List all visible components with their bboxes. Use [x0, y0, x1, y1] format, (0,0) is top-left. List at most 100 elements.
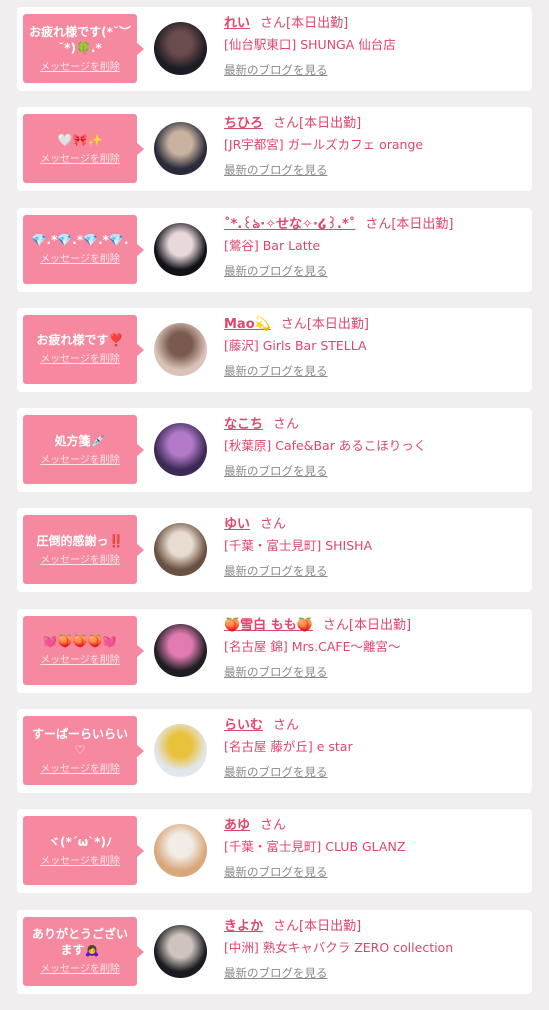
store-name: [仙台駅東口] SHUNGA 仙台店: [224, 37, 396, 52]
delete-message-link[interactable]: メッセージを削除: [40, 455, 120, 467]
message-bubble: すーぱーらいらい♡ メッセージを削除: [23, 716, 144, 786]
avatar[interactable]: [154, 322, 207, 376]
list-item: 処方箋💉 メッセージを削除 なこち さん [秋葉原] Cafe&Bar あるこほり…: [17, 408, 532, 493]
avatar[interactable]: [154, 724, 207, 778]
latest-blog-link[interactable]: 最新のブログを見る: [224, 163, 328, 177]
message-bubble: 処方箋💉 メッセージを削除: [23, 415, 144, 485]
list-item: すーぱーらいらい♡ メッセージを削除 らいむ さん [名古屋 藤が丘] e sta…: [17, 709, 532, 794]
cast-name-link[interactable]: ちひろ: [224, 116, 263, 131]
message-bubble: 💓🍑🍑🍑💓 メッセージを削除: [23, 615, 144, 685]
status-badge: [本日出勤]: [299, 918, 362, 934]
status-badge: [本日出勤]: [348, 617, 412, 633]
store-name: [千葉・富士見町] CLUB GLANZ: [224, 839, 406, 855]
latest-blog-link[interactable]: 最新のブログを見る: [224, 966, 328, 980]
status-badge: [本日出勤]: [286, 16, 349, 31]
cast-info: れい さん[本日出勤] [仙台駅東口] SHUNGA 仙台店 最新のブログを見る: [224, 15, 524, 78]
cast-info: ちひろ さん[本日出勤] [JR宇都宮] ガールズカフェ orange 最新のブロ…: [224, 115, 524, 178]
san-suffix: さん: [273, 718, 300, 734]
list-item: 🤍🎀✨ メッセージを削除 ちひろ さん[本日出勤] [JR宇都宮] ガールズカフェ…: [17, 107, 532, 192]
cast-name-link[interactable]: ゆい: [224, 517, 250, 532]
message-bubble: 💎.*💎.*💎.*💎. メッセージを削除: [23, 214, 144, 284]
message-text: 圧倒的感謝っ‼️: [36, 533, 124, 548]
delete-message-link[interactable]: メッセージを削除: [40, 154, 120, 166]
cast-name-link[interactable]: ˚*.꒰ঌ·✧せな✧·໒꒱.*˚: [224, 217, 355, 232]
store-name: [JR宇都宮] ガールズカフェ orange: [224, 137, 424, 153]
avatar[interactable]: [154, 523, 207, 577]
cast-info: らいむ さん [名古屋 藤が丘] e star 最新のブログを見る: [224, 717, 524, 780]
cast-info: Mao💫 さん[本日出勤] [藤沢] Girls Bar STELLA 最新のブロ…: [224, 316, 524, 379]
message-text: ヾ(*´ω`*)ﾉ: [48, 834, 112, 849]
cast-info: ˚*.꒰ঌ·✧せな✧·໒꒱.*˚ さん[本日出勤] [鶯谷] Bar Latte …: [224, 216, 524, 279]
avatar[interactable]: [154, 222, 207, 276]
san-suffix: さん: [273, 116, 300, 132]
cast-info: あゆ さん [千葉・富士見町] CLUB GLANZ 最新のブログを見る: [224, 817, 524, 880]
latest-blog-link[interactable]: 最新のブログを見る: [224, 264, 328, 278]
message-bubble: ありがとうございます🙇‍♀️ メッセージを削除: [23, 916, 144, 986]
latest-blog-link[interactable]: 最新のブログを見る: [224, 665, 328, 679]
latest-blog-link[interactable]: 最新のブログを見る: [224, 564, 328, 578]
avatar[interactable]: [154, 824, 207, 878]
store-name: [秋葉原] Cafe&Bar あるこほりっく: [224, 438, 427, 454]
cast-info: なこち さん [秋葉原] Cafe&Bar あるこほりっく 最新のブログを見る: [224, 416, 524, 479]
cast-info: きよか さん[本日出勤] [中洲] 熟女キャバクラ ZERO collection…: [224, 918, 524, 981]
avatar[interactable]: [154, 122, 207, 176]
delete-message-link[interactable]: メッセージを削除: [40, 655, 120, 667]
list-item: お疲れ様です❣️ メッセージを削除 Mao💫 さん[本日出勤] [藤沢] Girl…: [17, 307, 532, 392]
san-suffix: さん: [280, 316, 307, 332]
store-name: [鶯谷] Bar Latte: [224, 237, 321, 253]
message-text: ありがとうございます🙇‍♀️: [31, 927, 128, 958]
delete-message-link[interactable]: メッセージを削除: [40, 964, 120, 976]
avatar[interactable]: [154, 423, 207, 477]
latest-blog-link[interactable]: 最新のブログを見る: [224, 765, 328, 779]
san-suffix: さん: [273, 417, 300, 433]
cast-name-link[interactable]: Mao💫: [224, 317, 271, 332]
list-item: ありがとうございます🙇‍♀️ メッセージを削除 きよか さん[本日出勤] [中洲]…: [17, 909, 532, 994]
store-name: [千葉・富士見町] SHISHA: [224, 538, 373, 554]
store-name: [中洲] 熟女キャバクラ ZERO collection: [224, 939, 454, 955]
list-item: 圧倒的感謝っ‼️ メッセージを削除 ゆい さん [千葉・富士見町] SHISHA …: [17, 508, 532, 593]
store-name: [藤沢] Girls Bar STELLA: [224, 337, 367, 353]
latest-blog-link[interactable]: 最新のブログを見る: [224, 464, 328, 478]
message-bubble: 🤍🎀✨ メッセージを削除: [23, 114, 144, 184]
cast-info: 🍑雪白 もも🍑 さん[本日出勤] [名古屋 錦] Mrs.CAFE〜離宮〜 最新の…: [224, 617, 524, 680]
message-text: 💓🍑🍑🍑💓: [42, 634, 118, 649]
status-badge: [本日出勤]: [391, 216, 454, 232]
delete-message-link[interactable]: メッセージを削除: [40, 555, 120, 567]
cast-name-link[interactable]: あゆ: [224, 818, 250, 833]
message-list: お疲れ様です(*˘︶˘*)🍀.* メッセージを削除 れい さん[本日出勤] [仙台…: [17, 7, 532, 1010]
status-badge: [本日出勤]: [306, 316, 369, 332]
list-item: 💎.*💎.*💎.*💎. メッセージを削除 ˚*.꒰ঌ·✧せな✧·໒꒱.*˚ さん[…: [17, 207, 532, 292]
delete-message-link[interactable]: メッセージを削除: [40, 764, 120, 776]
avatar[interactable]: [154, 924, 207, 978]
message-text: お疲れ様です(*˘︶˘*)🍀.*: [29, 24, 131, 55]
list-item: 💓🍑🍑🍑💓 メッセージを削除 🍑雪白 もも🍑 さん[本日出勤] [名古屋 錦] M…: [17, 608, 532, 693]
delete-message-link[interactable]: メッセージを削除: [40, 856, 120, 868]
cast-name-link[interactable]: れい: [224, 16, 250, 31]
message-text: すーぱーらいらい♡: [31, 726, 128, 757]
latest-blog-link[interactable]: 最新のブログを見る: [224, 364, 328, 378]
cast-name-link[interactable]: らいむ: [224, 718, 263, 733]
avatar[interactable]: [154, 623, 207, 677]
message-bubble: お疲れ様です(*˘︶˘*)🍀.* メッセージを削除: [23, 14, 144, 83]
avatar[interactable]: [154, 22, 207, 75]
san-suffix: さん: [322, 617, 349, 633]
cast-name-link[interactable]: 🍑雪白 もも🍑: [224, 618, 313, 633]
delete-message-link[interactable]: メッセージを削除: [40, 354, 120, 366]
san-suffix: さん: [260, 818, 287, 834]
message-bubble: ヾ(*´ω`*)ﾉ メッセージを削除: [23, 816, 144, 886]
delete-message-link[interactable]: メッセージを削除: [40, 62, 120, 74]
store-name: [名古屋 錦] Mrs.CAFE〜離宮〜: [224, 638, 401, 654]
list-item: お疲れ様です(*˘︶˘*)🍀.* メッセージを削除 れい さん[本日出勤] [仙台…: [17, 7, 532, 91]
cast-info: ゆい さん [千葉・富士見町] SHISHA 最新のブログを見る: [224, 516, 524, 579]
cast-name-link[interactable]: なこち: [224, 417, 263, 432]
latest-blog-link[interactable]: 最新のブログを見る: [224, 865, 328, 879]
latest-blog-link[interactable]: 最新のブログを見る: [224, 63, 328, 77]
delete-message-link[interactable]: メッセージを削除: [40, 254, 120, 266]
message-text: 処方箋💉: [54, 433, 106, 448]
san-suffix: さん: [260, 517, 287, 533]
message-text: お疲れ様です❣️: [36, 333, 124, 348]
san-suffix: さん: [273, 918, 300, 934]
cast-name-link[interactable]: きよか: [224, 919, 263, 934]
message-bubble: お疲れ様です❣️ メッセージを削除: [23, 314, 144, 384]
message-bubble: 圧倒的感謝っ‼️ メッセージを削除: [23, 515, 144, 585]
